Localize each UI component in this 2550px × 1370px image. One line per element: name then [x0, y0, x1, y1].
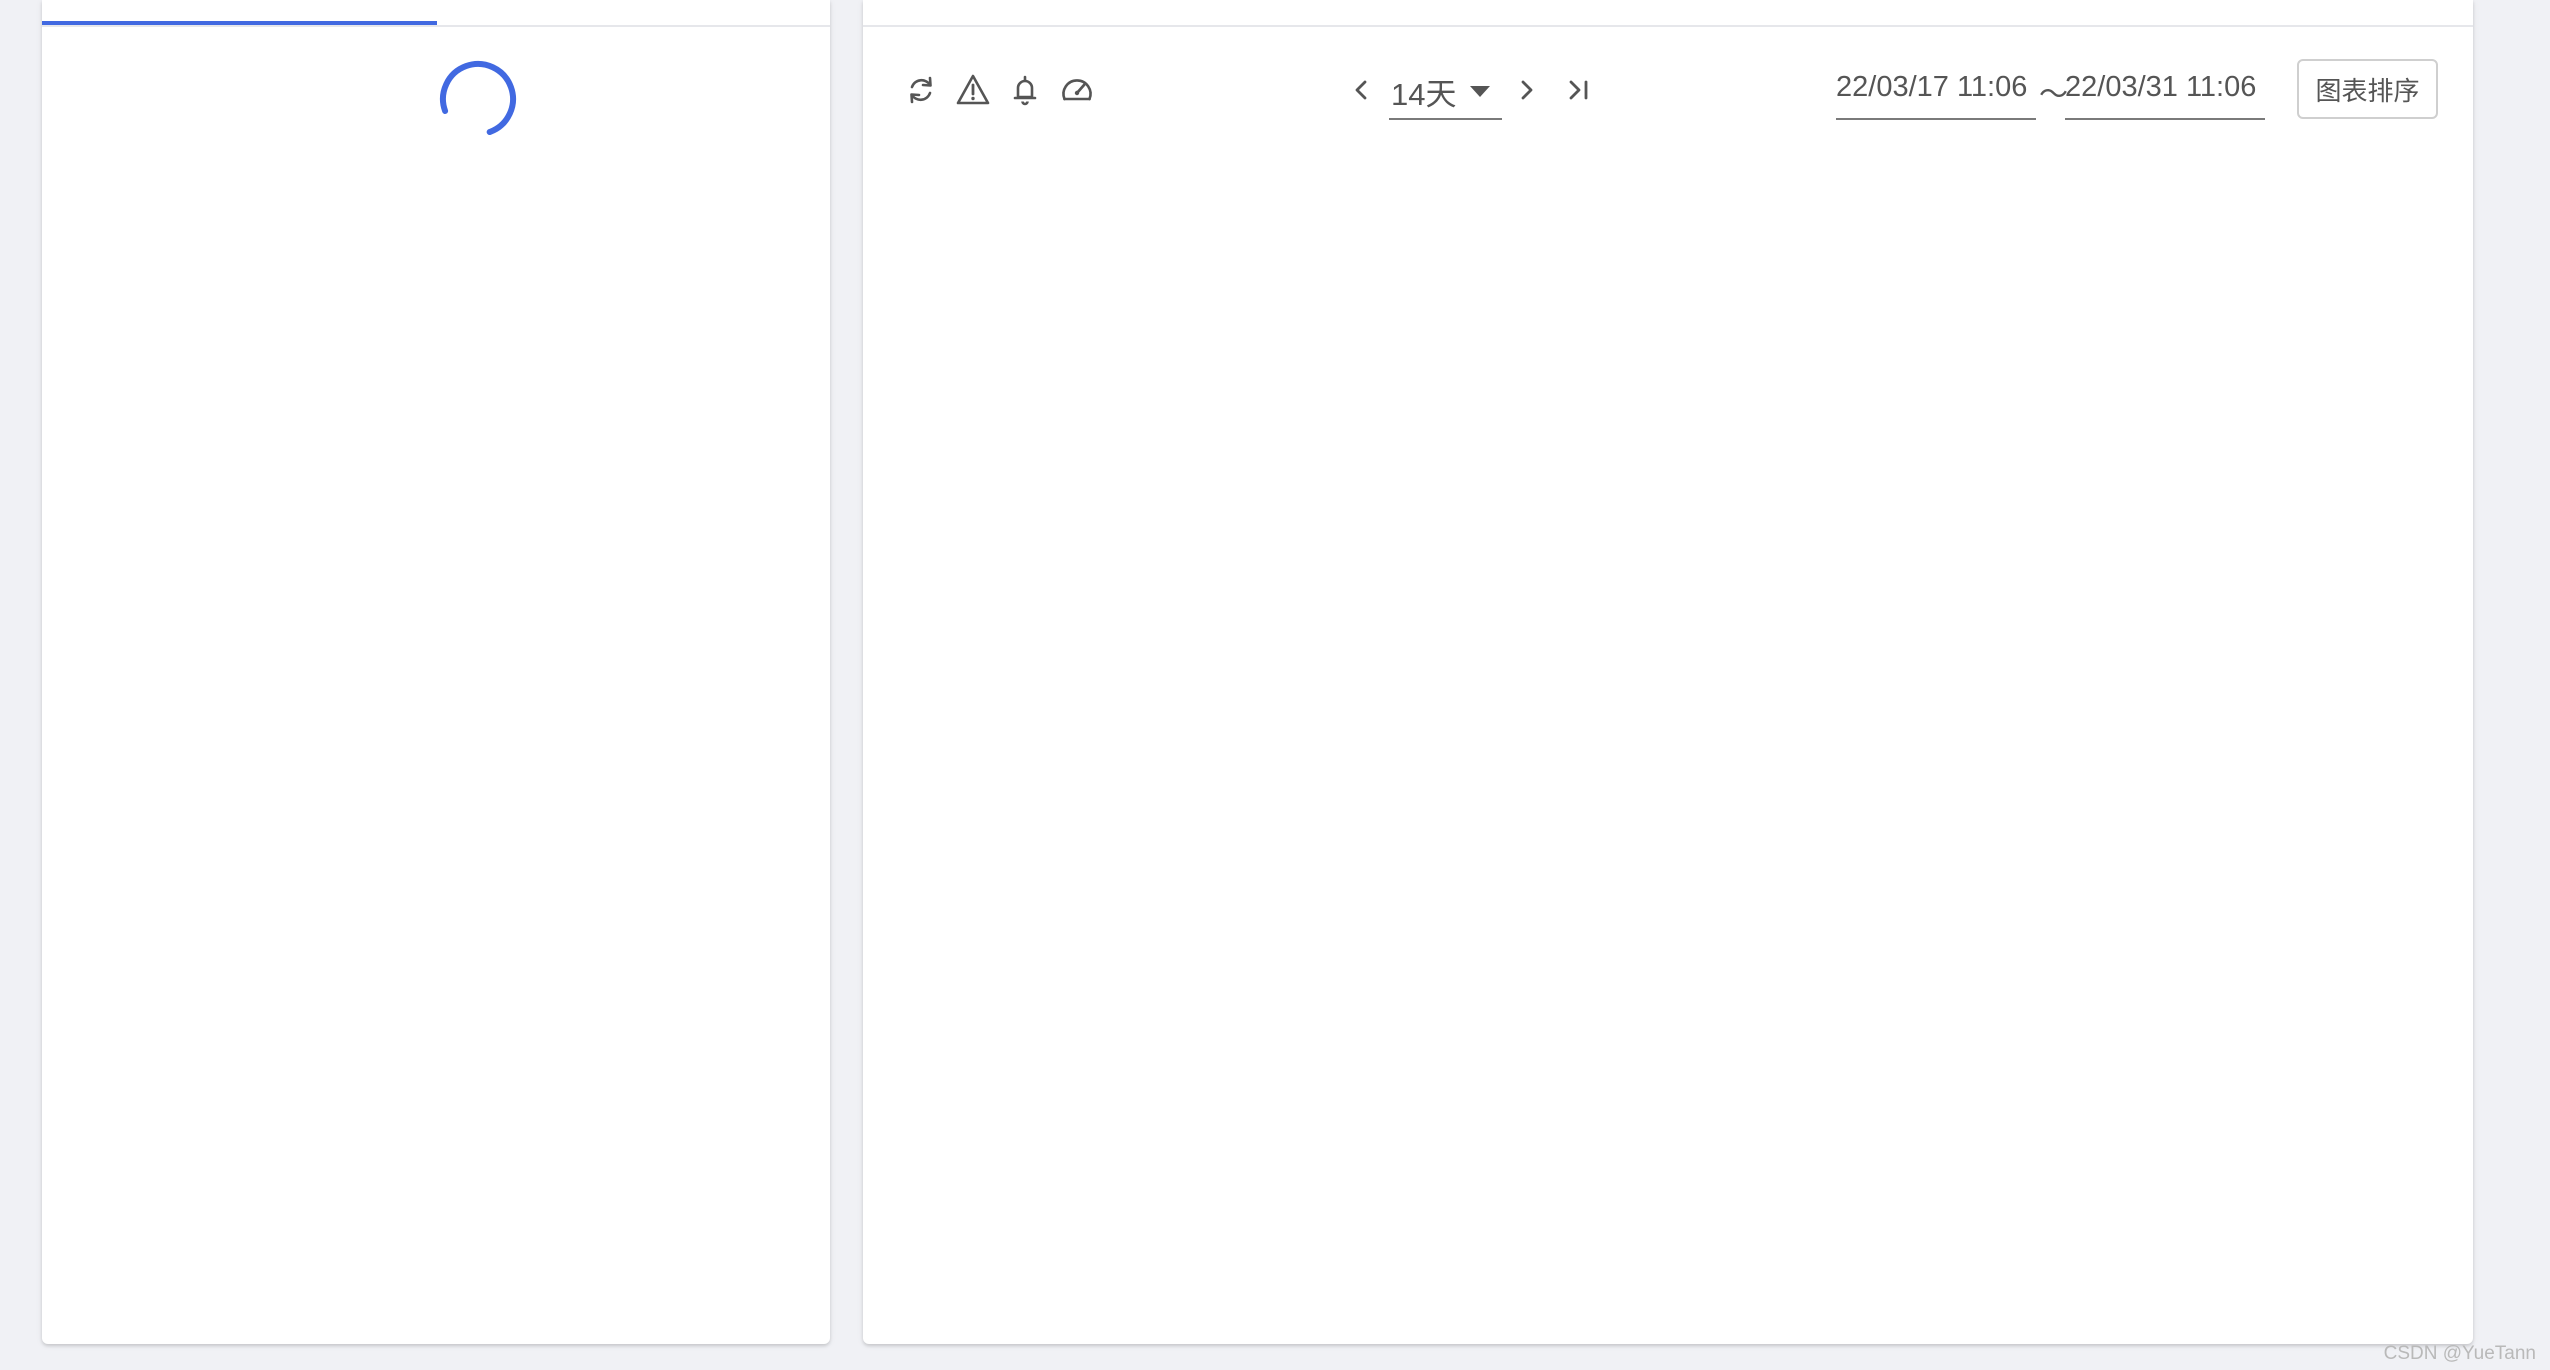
- range-select[interactable]: 14天: [1389, 66, 1502, 120]
- chart-sort-button[interactable]: 图表排序: [2297, 59, 2438, 119]
- chevron-right-icon: [1521, 80, 1533, 100]
- warning-icon: [956, 74, 990, 105]
- tab-strip: [42, 0, 830, 27]
- skip-to-end-button[interactable]: [1559, 70, 1599, 110]
- range-value: 14天: [1391, 77, 1457, 112]
- right-panel: 14天 22/03/17 11:06 ～ 22/03/31 11:06 图表排序: [863, 0, 2473, 1344]
- refresh-icon: [910, 76, 932, 104]
- refresh-button[interactable]: [901, 70, 941, 110]
- chevron-left-icon: [1355, 80, 1367, 100]
- warning-button[interactable]: [953, 70, 993, 110]
- start-date-value: 22/03/17 11:06: [1836, 71, 2028, 103]
- bell-icon: [1013, 75, 1037, 106]
- toolbar: 14天 22/03/17 11:06 ～ 22/03/31 11:06 图表排序: [863, 0, 2473, 180]
- gauge-button[interactable]: [1057, 70, 1097, 110]
- bell-button[interactable]: [1005, 70, 1045, 110]
- loading-spinner-icon: [440, 61, 516, 137]
- next-range-button[interactable]: [1506, 70, 1546, 110]
- previous-range-button[interactable]: [1342, 70, 1382, 110]
- start-date-input[interactable]: 22/03/17 11:06: [1836, 66, 2036, 120]
- left-panel: [42, 0, 830, 1344]
- gauge-icon: [1062, 79, 1092, 101]
- end-date-input[interactable]: 22/03/31 11:06: [2065, 66, 2265, 120]
- active-tab-indicator: [42, 21, 437, 25]
- end-date-value: 22/03/31 11:06: [2065, 71, 2257, 103]
- date-range-separator: ～: [2039, 79, 2069, 111]
- watermark: CSDN @YueTann: [2383, 1343, 2536, 1364]
- caret-down-icon: [1470, 86, 1490, 97]
- skip-to-end-icon: [1569, 80, 1588, 100]
